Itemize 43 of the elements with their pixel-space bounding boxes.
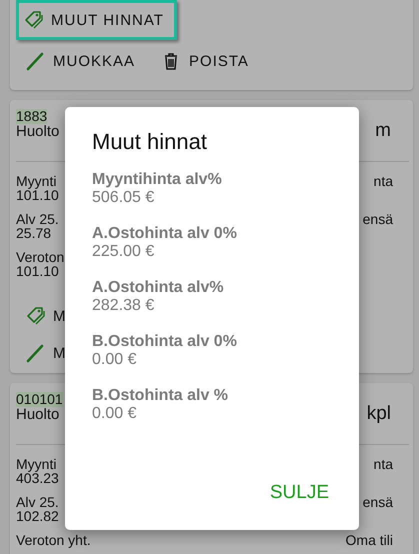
field-value: 25.78 xyxy=(16,226,52,240)
field-label: nta xyxy=(374,174,393,188)
field-label: Oma tili xyxy=(346,533,393,547)
price-label: A.Ostohinta alv% xyxy=(92,279,225,297)
tag-icon xyxy=(25,306,45,326)
field-label: Alv 25. xyxy=(16,212,59,226)
price-value: 0.00 € xyxy=(92,351,138,369)
action-button[interactable]: MUUT HINNAT xyxy=(16,0,177,40)
pencil-icon xyxy=(25,51,45,71)
action-button[interactable]: POISTA xyxy=(152,40,258,82)
field-value: 403.23 xyxy=(16,471,59,485)
item-code: 1883 xyxy=(16,108,48,124)
price-value: 506.05 € xyxy=(92,189,156,207)
dialog-title: Muut hinnat xyxy=(92,129,208,155)
action-button[interactable]: M xyxy=(16,336,76,370)
price-label: Myyntihinta alv% xyxy=(92,171,223,189)
item-name: Huolto xyxy=(16,124,60,140)
action-button[interactable]: MUOKKAA xyxy=(16,40,144,82)
tag-icon xyxy=(23,10,43,30)
action-button[interactable]: M xyxy=(16,299,76,333)
item-name: Huolto xyxy=(16,406,60,422)
field-label: Alv 25. xyxy=(16,495,59,509)
item-code: 010101 xyxy=(16,392,63,406)
item-unit: m xyxy=(375,119,392,142)
field-value: 101.10 xyxy=(16,188,59,202)
price-value: 282.38 € xyxy=(92,297,156,315)
field-value: 102.82 xyxy=(16,509,59,523)
field-label: Myynti xyxy=(16,457,56,471)
field-label: ensä xyxy=(362,495,393,509)
price-value: 0.00 € xyxy=(92,405,138,423)
close-button[interactable]: SULJE xyxy=(266,478,333,508)
price-label: B.Ostohinta alv % xyxy=(92,387,230,405)
field-value: 101.10 xyxy=(16,264,59,278)
price-label: B.Ostohinta alv 0% xyxy=(92,333,238,351)
item-unit: kpl xyxy=(366,402,392,425)
field-label: Veroton xyxy=(16,250,64,264)
field-label: nta xyxy=(374,457,393,471)
field-label: ensä xyxy=(362,212,393,226)
field-label: Myynti xyxy=(16,174,56,188)
price-label: A.Ostohinta alv 0% xyxy=(92,225,238,243)
pencil-icon xyxy=(25,343,45,363)
field-label: Veroton yht. xyxy=(16,533,91,547)
price-value: 225.00 € xyxy=(92,243,156,261)
